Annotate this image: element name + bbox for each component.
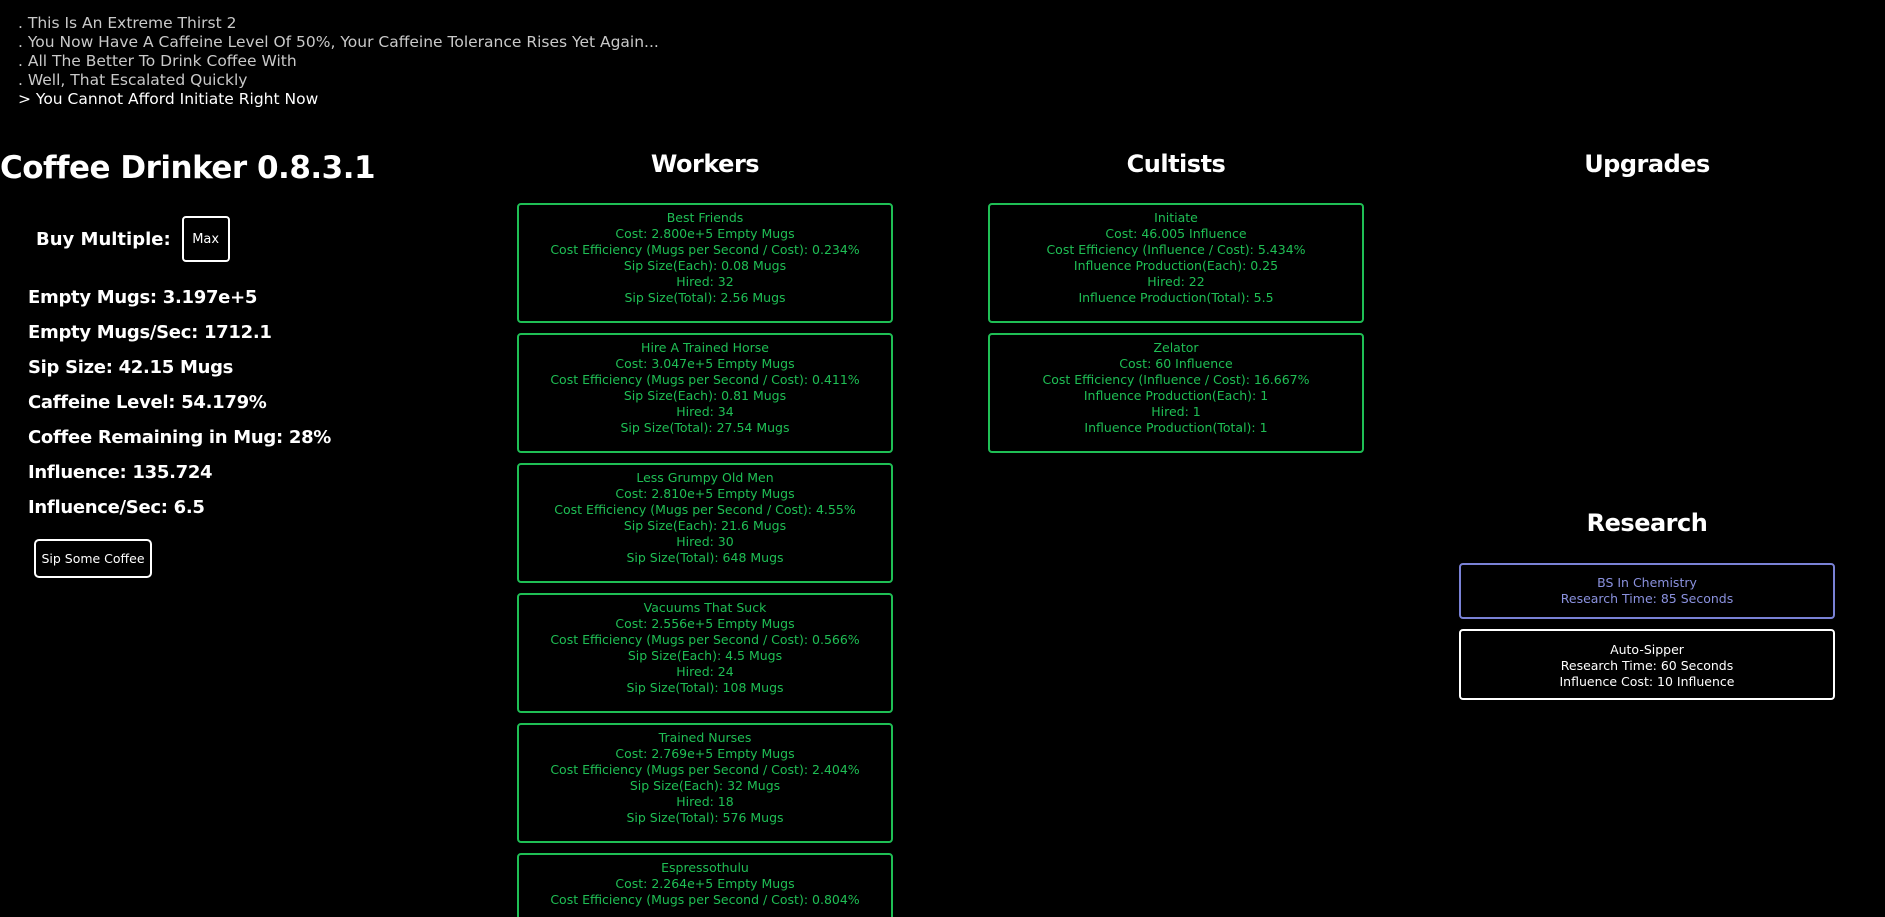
worker-sip-total: Sip Size(Total): 108 Mugs (626, 680, 784, 695)
cultist-production-each: Influence Production(Each): 0.25 (1073, 258, 1279, 273)
stat-influence: Influence: 135.724 (28, 462, 213, 483)
worker-hired: Hired: 18 (676, 794, 734, 809)
worker-sip-total: Sip Size(Total): 2.56 Mugs (624, 290, 786, 305)
cultist-cost: Cost: 46.005 Influence (1105, 226, 1247, 241)
cultist-efficiency: Cost Efficiency (Influence / Cost): 16.6… (1042, 372, 1310, 387)
upgrades-heading: Upgrades (1584, 150, 1710, 178)
research-card-bs-in-chemistry[interactable]: BS In Chemistry Research Time: 85 Second… (1459, 563, 1835, 619)
worker-name: Vacuums That Suck (643, 600, 767, 615)
cultists-heading: Cultists (1126, 150, 1226, 178)
research-name: BS In Chemistry (1597, 575, 1697, 590)
worker-name: Less Grumpy Old Men (636, 470, 774, 485)
research-name: Auto-Sipper (1610, 642, 1684, 657)
worker-card-vacuums[interactable]: Vacuums That Suck Cost: 2.556e+5 Empty M… (517, 593, 893, 713)
stat-coffee-remaining: Coffee Remaining in Mug: 28% (28, 427, 332, 448)
worker-sip-each: Sip Size(Each): 21.6 Mugs (623, 518, 787, 533)
worker-name: Espressothulu (661, 860, 749, 875)
cultist-card-initiate[interactable]: Initiate Cost: 46.005 Influence Cost Eff… (988, 203, 1364, 323)
worker-name: Hire A Trained Horse (641, 340, 769, 355)
worker-card-best-friends[interactable]: Best Friends Cost: 2.800e+5 Empty Mugs C… (517, 203, 893, 323)
worker-sip-each: Sip Size(Each): 32 Mugs (629, 778, 781, 793)
research-cost: Influence Cost: 10 Influence (1559, 674, 1735, 689)
message-log: . This Is An Extreme Thirst 2 . You Now … (18, 14, 659, 109)
stat-empty-mugs-per-sec: Empty Mugs/Sec: 1712.1 (28, 322, 272, 343)
cultist-production-each: Influence Production(Each): 1 (1083, 388, 1269, 403)
worker-name: Trained Nurses (658, 730, 752, 745)
worker-efficiency: Cost Efficiency (Mugs per Second / Cost)… (554, 502, 856, 517)
worker-card-grumpy-old-men[interactable]: Less Grumpy Old Men Cost: 2.810e+5 Empty… (517, 463, 893, 583)
buy-multiple-button[interactable]: Max (181, 216, 230, 262)
worker-efficiency: Cost Efficiency (Mugs per Second / Cost)… (550, 632, 860, 647)
worker-efficiency: Cost Efficiency (Mugs per Second / Cost)… (550, 892, 860, 907)
worker-efficiency: Cost Efficiency (Mugs per Second / Cost)… (550, 372, 860, 387)
worker-hired: Hired: 24 (676, 664, 734, 679)
cultist-hired: Hired: 22 (1147, 274, 1205, 289)
worker-cost: Cost: 2.800e+5 Empty Mugs (615, 226, 795, 241)
cultist-name: Initiate (1154, 210, 1198, 225)
worker-efficiency: Cost Efficiency (Mugs per Second / Cost)… (550, 242, 860, 257)
worker-sip-each: Sip Size(Each): 4.5 Mugs (627, 648, 783, 663)
stat-empty-mugs: Empty Mugs: 3.197e+5 (28, 287, 258, 308)
worker-efficiency: Cost Efficiency (Mugs per Second / Cost)… (550, 762, 860, 777)
game-title: Coffee Drinker 0.8.3.1 (0, 150, 376, 186)
cultist-cost: Cost: 60 Influence (1119, 356, 1233, 371)
worker-cost: Cost: 2.769e+5 Empty Mugs (615, 746, 795, 761)
research-time: Research Time: 60 Seconds (1560, 658, 1734, 673)
cultist-name: Zelator (1153, 340, 1199, 355)
research-heading: Research (1586, 509, 1708, 537)
worker-card-trained-nurses[interactable]: Trained Nurses Cost: 2.769e+5 Empty Mugs… (517, 723, 893, 843)
buy-multiple: Buy Multiple: Max (36, 216, 230, 262)
worker-hired: Hired: 30 (676, 534, 734, 549)
cultist-card-zelator[interactable]: Zelator Cost: 60 Influence Cost Efficien… (988, 333, 1364, 453)
worker-sip-each: Sip Size(Each): 0.81 Mugs (623, 388, 787, 403)
worker-cost: Cost: 3.047e+5 Empty Mugs (615, 356, 795, 371)
log-line: . This Is An Extreme Thirst 2 (18, 14, 237, 32)
research-time: Research Time: 85 Seconds (1560, 591, 1734, 606)
cultist-production-total: Influence Production(Total): 1 (1084, 420, 1268, 435)
worker-hired: Hired: 34 (676, 404, 734, 419)
stat-influence-per-sec: Influence/Sec: 6.5 (28, 497, 205, 518)
game-screen: . This Is An Extreme Thirst 2 . You Now … (0, 0, 1885, 917)
worker-cost: Cost: 2.556e+5 Empty Mugs (615, 616, 795, 631)
cultist-efficiency: Cost Efficiency (Influence / Cost): 5.43… (1046, 242, 1306, 257)
worker-cost: Cost: 2.264e+5 Empty Mugs (615, 876, 795, 891)
worker-sip-total: Sip Size(Total): 27.54 Mugs (620, 420, 790, 435)
stat-caffeine-level: Caffeine Level: 54.179% (28, 392, 267, 413)
worker-card-espressothulu[interactable]: Espressothulu Cost: 2.264e+5 Empty Mugs … (517, 853, 893, 917)
stat-sip-size: Sip Size: 42.15 Mugs (28, 357, 234, 378)
log-line-current: > You Cannot Afford Initiate Right Now (18, 90, 319, 108)
log-line: . All The Better To Drink Coffee With (18, 52, 297, 70)
worker-card-trained-horse[interactable]: Hire A Trained Horse Cost: 3.047e+5 Empt… (517, 333, 893, 453)
log-line: . You Now Have A Caffeine Level Of 50%, … (18, 33, 659, 51)
worker-sip-each: Sip Size(Each): 0.08 Mugs (623, 258, 787, 273)
research-card-auto-sipper[interactable]: Auto-Sipper Research Time: 60 Seconds In… (1459, 629, 1835, 700)
cultist-production-total: Influence Production(Total): 5.5 (1078, 290, 1274, 305)
buy-multiple-label: Buy Multiple: (36, 228, 171, 250)
worker-cost: Cost: 2.810e+5 Empty Mugs (615, 486, 795, 501)
cultist-hired: Hired: 1 (1151, 404, 1201, 419)
worker-sip-total: Sip Size(Total): 576 Mugs (626, 810, 784, 825)
worker-hired: Hired: 32 (676, 274, 734, 289)
stats-panel: Empty Mugs: 3.197e+5 Empty Mugs/Sec: 171… (28, 286, 331, 531)
workers-heading: Workers (650, 150, 760, 178)
sip-coffee-button[interactable]: Sip Some Coffee (34, 539, 152, 578)
worker-sip-total: Sip Size(Total): 648 Mugs (626, 550, 784, 565)
worker-name: Best Friends (666, 210, 744, 225)
log-line: . Well, That Escalated Quickly (18, 71, 248, 89)
